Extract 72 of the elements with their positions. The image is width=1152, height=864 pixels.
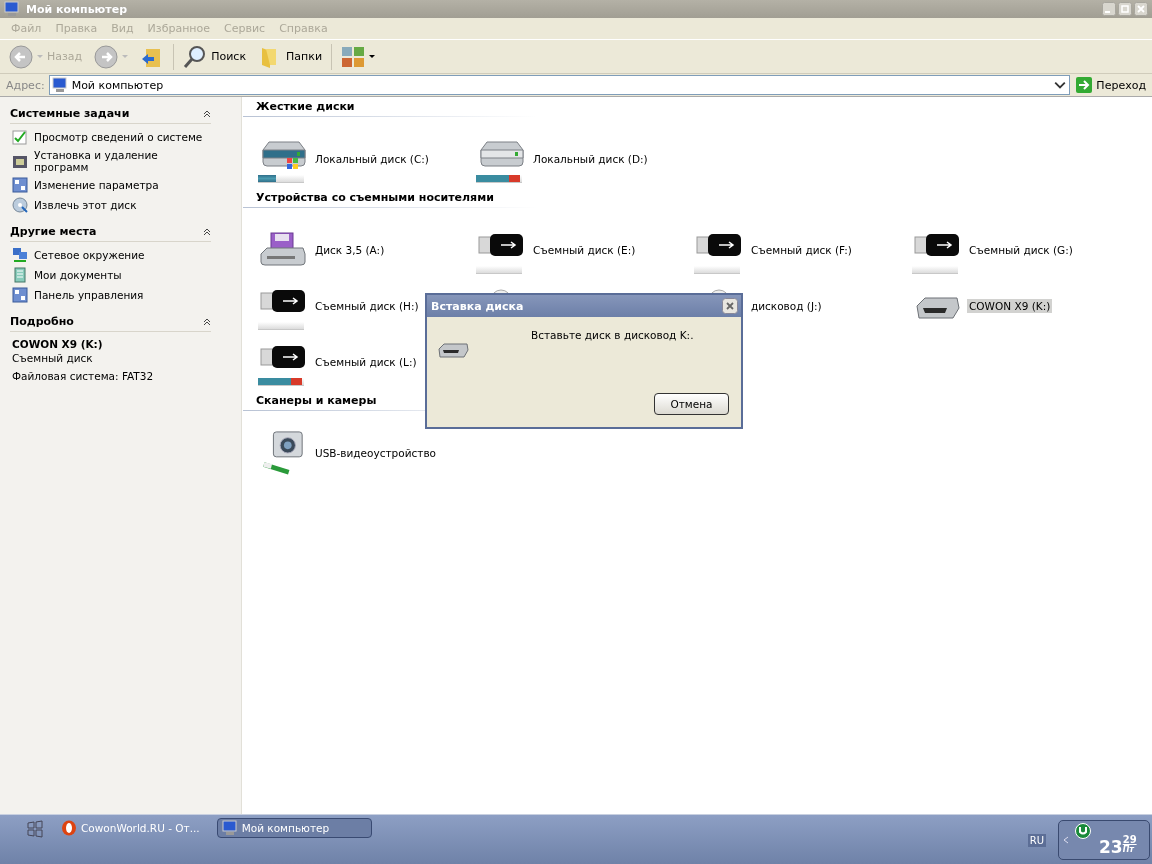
search-icon <box>183 44 208 69</box>
torrent-icon[interactable] <box>1075 823 1091 839</box>
folders-button[interactable]: Папки <box>253 42 328 71</box>
drive-label[interactable]: Съемный диск (G:) <box>967 243 1075 257</box>
task-link[interactable]: Извлечь этот диск <box>34 199 137 211</box>
task-link[interactable]: Установка и удаление программ <box>34 149 211 173</box>
language-indicator[interactable]: RU <box>1027 834 1046 847</box>
drive-label[interactable]: USB-видеоустройство <box>313 446 439 460</box>
dialog-title: Вставка диска <box>431 299 524 313</box>
collapse-icon[interactable] <box>203 227 211 236</box>
browser-icon <box>61 820 77 836</box>
search-button[interactable]: Поиск <box>178 42 252 71</box>
drive-label[interactable]: дисковод (J:) <box>749 299 824 313</box>
device-type: Съемный диск <box>12 352 94 364</box>
collapse-icon[interactable] <box>203 317 211 326</box>
panel-title: Системные задачи <box>10 107 130 120</box>
control-panel-icon <box>12 287 28 303</box>
control-panel-icon <box>12 177 28 193</box>
start-icon[interactable] <box>26 820 44 838</box>
taskbar-button[interactable]: Мой компьютер <box>216 818 372 838</box>
group-header: Жесткие диски <box>243 100 536 117</box>
close-button[interactable] <box>722 298 738 314</box>
clock-hour: 23 <box>1099 837 1123 857</box>
documents-icon <box>12 267 28 283</box>
drive-label[interactable]: Съемный диск (L:) <box>313 355 419 369</box>
dialog-message: Вставьте диск в дисковод K:. <box>531 329 694 341</box>
check-icon <box>12 129 28 145</box>
collapse-icon[interactable] <box>203 109 211 118</box>
drive-label[interactable]: COWON X9 (K:) <box>967 299 1053 313</box>
drive-label[interactable]: Диск 3,5 (A:) <box>313 243 387 257</box>
close-button[interactable] <box>1134 2 1148 16</box>
caret-icon <box>37 54 43 59</box>
computer-icon <box>221 820 238 836</box>
task-link[interactable]: Панель управления <box>34 289 144 301</box>
capacity-bar <box>476 174 522 183</box>
computer-icon <box>4 1 20 17</box>
disc-icon <box>12 197 28 213</box>
dropdown-icon[interactable] <box>1054 79 1067 91</box>
clock-minute: 29 <box>1122 834 1137 845</box>
minimize-button[interactable] <box>1102 2 1116 16</box>
drive-label[interactable]: Съемный диск (F:) <box>749 243 854 257</box>
capacity-bar <box>258 174 304 183</box>
address-field[interactable]: Мой компьютер <box>48 75 1071 95</box>
computer-icon <box>51 77 68 93</box>
arrow-icon <box>1076 77 1093 93</box>
views-icon <box>341 44 366 69</box>
maximize-button[interactable] <box>1118 2 1132 16</box>
address-label: Адрес: <box>6 78 45 92</box>
task-link[interactable]: Изменение параметра <box>34 179 159 191</box>
go-button[interactable]: Переход <box>1074 77 1148 93</box>
capacity-bar <box>258 377 304 386</box>
group-header: Устройства со съемными носителями <box>243 191 536 208</box>
caret-icon <box>122 54 129 59</box>
drive-label[interactable]: Съемный диск (H:) <box>313 299 421 313</box>
network-icon <box>12 247 28 263</box>
drive-label[interactable]: Съемный диск (E:) <box>531 243 638 257</box>
drive-label[interactable]: Локальный диск (C:) <box>313 152 431 166</box>
window-title: Мой компьютер <box>26 2 127 16</box>
drive-label[interactable]: Локальный диск (D:) <box>531 152 650 166</box>
task-link[interactable]: Просмотр сведений о системе <box>34 131 203 143</box>
panel-title: Подробно <box>10 315 74 328</box>
device-name: COWON X9 (K:) <box>12 338 104 350</box>
caret-icon <box>369 54 376 59</box>
panel-title: Другие места <box>10 225 97 238</box>
clock-day: Пт <box>1122 845 1137 854</box>
programs-icon <box>12 153 28 169</box>
cancel-button[interactable]: Отмена <box>654 393 729 415</box>
file-system: Файловая система: FAT32 <box>12 370 155 382</box>
task-link[interactable]: Сетевое окружение <box>34 249 145 261</box>
task-link[interactable]: Мои документы <box>34 269 122 281</box>
chevron-icon[interactable] <box>1063 836 1069 844</box>
floppy-drive-icon <box>258 232 308 268</box>
